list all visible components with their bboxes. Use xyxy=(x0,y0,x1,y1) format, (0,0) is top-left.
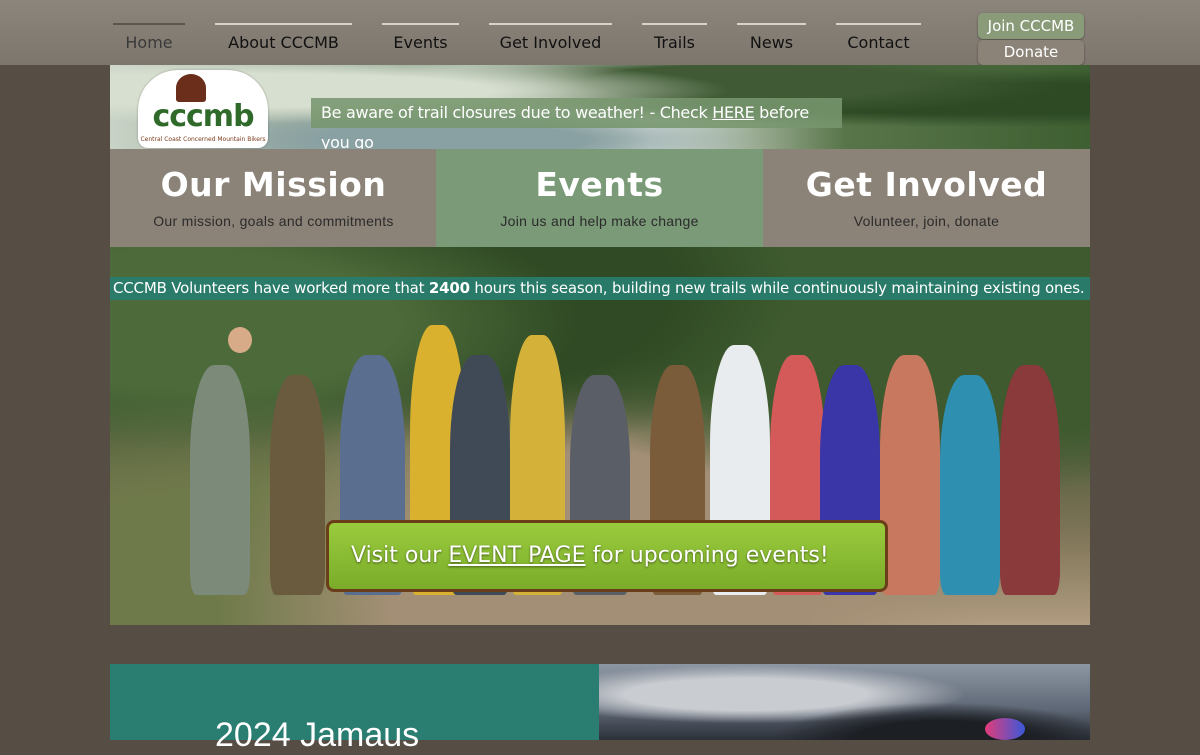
nav-contact[interactable]: Contact xyxy=(836,23,921,63)
stat-text: CCCMB Volunteers have worked more that xyxy=(113,279,429,297)
tile-title: Our Mission xyxy=(160,165,387,204)
nav-get-involved[interactable]: Get Involved xyxy=(489,23,612,63)
lower-section-title: 2024 Jamaus xyxy=(215,716,420,754)
stat-text-suffix: hours this season, building new trails w… xyxy=(469,279,1085,297)
tile-subtitle: Volunteer, join, donate xyxy=(853,213,1000,229)
nav-about[interactable]: About CCCMB xyxy=(215,23,352,63)
volunteer-head xyxy=(228,327,252,353)
nav-trails[interactable]: Trails xyxy=(642,23,707,63)
goggles-image-detail xyxy=(985,718,1025,740)
donate-button[interactable]: Donate xyxy=(978,40,1084,65)
nav-events[interactable]: Events xyxy=(382,23,459,63)
tile-subtitle: Join us and help make change xyxy=(500,213,699,229)
volunteer-figure xyxy=(190,365,250,595)
tile-title: Get Involved xyxy=(805,165,1048,204)
cta-text-suffix: for upcoming events! xyxy=(585,543,829,568)
tile-title: Events xyxy=(535,165,664,204)
hours-count: 2400 xyxy=(428,279,470,297)
nav-news[interactable]: News xyxy=(737,23,806,63)
tile-subtitle: Our mission, goals and commitments xyxy=(153,213,394,229)
join-button[interactable]: Join CCCMB xyxy=(978,13,1084,39)
logo-wordmark: cccmb xyxy=(152,99,254,134)
event-page-link[interactable]: EVENT PAGE xyxy=(448,543,585,568)
cta-text: Visit our xyxy=(351,543,449,568)
tile-our-mission[interactable]: Our Mission Our mission, goals and commi… xyxy=(110,149,437,247)
logo-subtitle: Central Coast Concerned Mountain Bikers xyxy=(140,136,266,143)
volunteer-figure xyxy=(270,375,325,595)
volunteer-figure xyxy=(880,355,940,595)
alert-here-link[interactable]: HERE xyxy=(712,103,754,122)
volunteer-figure xyxy=(940,375,1000,595)
trail-closure-alert: Be aware of trail closures due to weathe… xyxy=(311,98,842,152)
alert-text: Be aware of trail closures due to weathe… xyxy=(321,103,713,122)
event-page-cta-button[interactable]: Visit our EVENT PAGE for upcoming events… xyxy=(326,520,888,592)
tile-get-involved[interactable]: Get Involved Volunteer, join, donate xyxy=(763,149,1090,247)
tile-events[interactable]: Events Join us and help make change xyxy=(436,149,763,247)
volunteer-figure xyxy=(1000,365,1060,595)
volunteer-hours-banner: CCCMB Volunteers have worked more that 2… xyxy=(110,277,1090,300)
rider-logo-icon xyxy=(176,74,206,102)
nav-home[interactable]: Home xyxy=(113,23,185,63)
